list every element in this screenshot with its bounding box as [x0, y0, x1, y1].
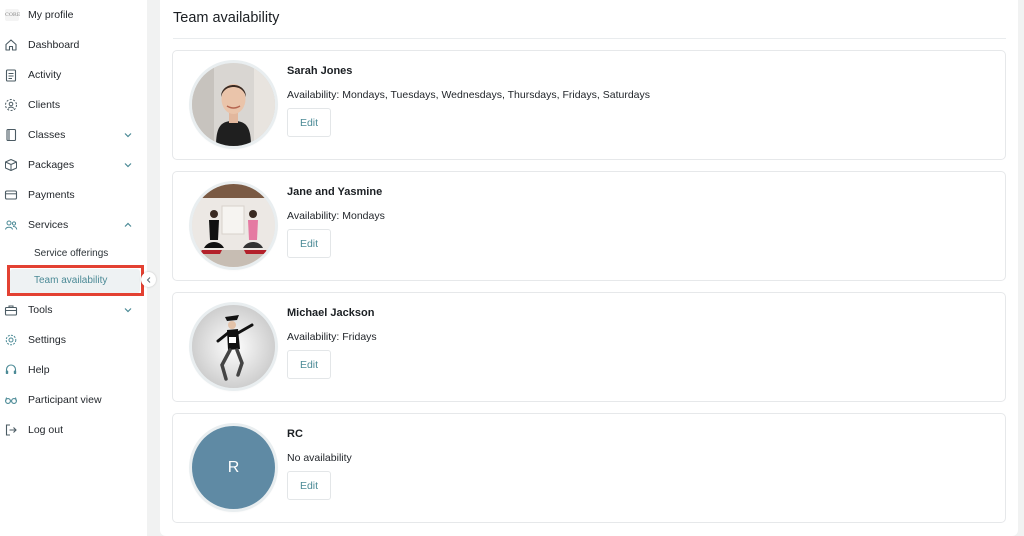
member-availability: Availability: Fridays: [287, 331, 377, 343]
avatar: [192, 305, 275, 388]
team-icon: [4, 218, 18, 232]
chevron-left-icon: [146, 276, 150, 283]
sidebar-item-label: Settings: [28, 334, 66, 346]
book-icon: [4, 128, 18, 142]
highlight-annotation-box: [7, 265, 144, 296]
edit-button[interactable]: Edit: [287, 471, 331, 500]
gear-icon: [4, 333, 18, 347]
clipboard-icon: [4, 68, 18, 82]
sidebar-item-label: Help: [28, 364, 50, 376]
toolbox-icon: [4, 303, 18, 317]
main-panel: Team availability Sarah Jones Availabili…: [160, 0, 1018, 536]
member-name: Jane and Yasmine: [287, 186, 383, 198]
chevron-down-icon[interactable]: [122, 304, 134, 316]
avatar: [192, 63, 275, 146]
home-icon: [4, 38, 18, 52]
edit-button[interactable]: Edit: [287, 229, 331, 258]
member-name: Sarah Jones: [287, 65, 353, 77]
member-card: R RC No availability Edit: [172, 413, 1006, 523]
sidebar-item-classes[interactable]: Classes: [0, 120, 147, 150]
sidebar-item-packages[interactable]: Packages: [0, 150, 147, 180]
edit-button[interactable]: Edit: [287, 350, 331, 379]
sidebar-item-label: Clients: [28, 99, 61, 111]
divider: [173, 38, 1006, 39]
sidebar-item-payments[interactable]: Payments: [0, 180, 147, 210]
member-availability: Availability: Mondays: [287, 210, 385, 222]
sidebar-item-log-out[interactable]: Log out: [0, 415, 147, 445]
sidebar-item-tools[interactable]: Tools: [0, 295, 147, 325]
headset-icon: [4, 363, 18, 377]
sidebar-item-label: Classes: [28, 129, 66, 141]
sidebar-item-participant-view[interactable]: Participant view: [0, 385, 147, 415]
avatar: R: [192, 426, 275, 509]
glasses-icon: [4, 393, 18, 407]
package-icon: [4, 158, 18, 172]
member-card: Jane and Yasmine Availability: Mondays E…: [172, 171, 1006, 281]
logo-icon: CORE: [5, 9, 20, 21]
sidebar-item-settings[interactable]: Settings: [0, 325, 147, 355]
chevron-up-icon[interactable]: [122, 219, 134, 231]
sidebar-item-label: Services: [28, 219, 69, 231]
member-availability: No availability: [287, 452, 352, 464]
credit-card-icon: [4, 188, 18, 202]
member-card: Michael Jackson Availability: Fridays Ed…: [172, 292, 1006, 402]
sidebar-item-label: Activity: [28, 69, 62, 81]
page-title: Team availability: [173, 10, 280, 26]
chevron-down-icon[interactable]: [122, 129, 134, 141]
sidebar-subitem-service-offerings[interactable]: Service offerings: [34, 248, 108, 259]
member-card: Sarah Jones Availability: Mondays, Tuesd…: [172, 50, 1006, 160]
sidebar-item-label: Participant view: [28, 394, 102, 406]
member-name: Michael Jackson: [287, 307, 375, 319]
sidebar-item-activity[interactable]: Activity: [0, 60, 147, 90]
edit-button[interactable]: Edit: [287, 108, 331, 137]
sidebar-item-label: Payments: [28, 189, 75, 201]
member-availability: Availability: Mondays, Tuesdays, Wednesd…: [287, 89, 651, 101]
sidebar-item-my-profile[interactable]: CORE My profile: [0, 0, 147, 30]
chevron-down-icon[interactable]: [122, 159, 134, 171]
sidebar-item-help[interactable]: Help: [0, 355, 147, 385]
sidebar-item-label: Log out: [28, 424, 64, 436]
sidebar-item-clients[interactable]: Clients: [0, 90, 147, 120]
sidebar-item-label: My profile: [28, 9, 74, 21]
logout-icon: [4, 423, 18, 437]
sidebar-item-label: Dashboard: [28, 39, 80, 51]
sidebar-item-dashboard[interactable]: Dashboard: [0, 30, 147, 60]
avatar: [192, 184, 275, 267]
sidebar: CORE My profile Dashboard Activity Clien…: [0, 0, 147, 536]
users-icon: [4, 98, 18, 112]
sidebar-item-services[interactable]: Services: [0, 210, 147, 240]
sidebar-item-label: Packages: [28, 159, 75, 171]
sidebar-item-label: Tools: [28, 304, 53, 316]
member-name: RC: [287, 428, 303, 440]
sidebar-collapse-button[interactable]: [141, 272, 156, 287]
